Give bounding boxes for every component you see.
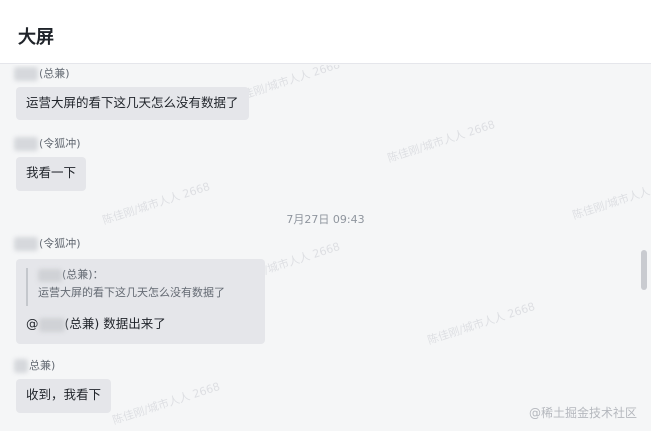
scrollbar[interactable] (641, 250, 647, 290)
sender-name: (总兼) (14, 67, 70, 81)
message-timestamp: 7月27日 09:43 (286, 213, 365, 226)
sender-suffix: (令狐冲) (39, 237, 81, 250)
quote-author: (总兼)： (38, 268, 104, 282)
message-list[interactable]: 陈佳刚/城市人人 2668 陈佳刚/城市人人 2668 陈佳刚/城市人人 266… (0, 65, 651, 431)
chat-window: 大屏 陈佳刚/城市人人 2668 陈佳刚/城市人人 2668 陈佳刚/城市人人 … (0, 0, 651, 431)
message-bubble[interactable]: 收到，我看下 (16, 379, 112, 413)
sender-suffix: (令狐冲) (39, 137, 81, 150)
mention-suffix[interactable]: (总兼) (65, 316, 100, 331)
quoted-message[interactable]: 运营大屏的看下这几天怎么没有数据了 (38, 286, 225, 300)
redacted-name (14, 137, 38, 151)
watermark: 陈佳刚/城市人人 2668 (385, 117, 497, 165)
watermark: 陈佳刚/城市人人 2668 (425, 299, 537, 347)
quote-author-suffix: (总兼)： (62, 268, 104, 281)
mention-at: @ (26, 316, 39, 331)
message-bubble[interactable]: 运营大屏的看下这几天怎么没有数据了 (16, 87, 249, 120)
sender-name: (令狐冲) (14, 137, 81, 151)
sender-name: 总兼) (14, 359, 55, 373)
chat-title: 大屏 (18, 27, 54, 48)
quote-bar (26, 268, 28, 306)
sender-suffix: (总兼) (39, 67, 70, 80)
sender-name: (令狐冲) (14, 237, 81, 251)
redacted-name (14, 237, 38, 251)
chat-header: 大屏 (0, 0, 651, 64)
watermark: 陈佳刚/城市人人 2668 (110, 379, 222, 427)
brand-watermark: @稀土掘金技术社区 (528, 406, 637, 420)
sender-suffix: 总兼) (29, 359, 56, 372)
message-bubble[interactable]: 我看一下 (16, 157, 87, 191)
redacted-name (14, 67, 38, 81)
redacted-mention (38, 317, 65, 332)
reply-body: 数据出来了 (103, 316, 166, 331)
redacted-name (38, 268, 62, 282)
redacted-name (14, 359, 28, 373)
reply-message-bubble[interactable]: (总兼)： 运营大屏的看下这几天怎么没有数据了 @ (总兼) 数据出来了 (16, 259, 265, 344)
reply-text: @ (总兼) 数据出来了 (26, 315, 166, 333)
